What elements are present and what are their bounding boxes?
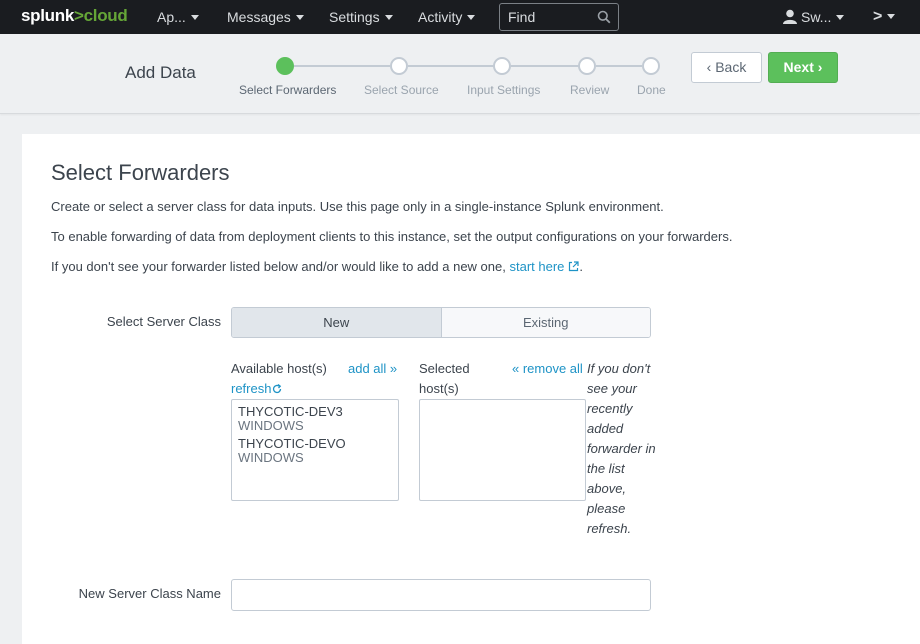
list-item[interactable]: THYCOTIC-DEV3 WINDOWS (238, 405, 343, 433)
logo-accent-text: >cloud (74, 6, 128, 25)
activity-menu-label: Activity (418, 9, 463, 25)
available-hosts-label: Available host(s) (231, 361, 327, 376)
chevron-down-icon (887, 14, 896, 19)
step-dot-review (578, 57, 596, 75)
refresh-icon (273, 383, 282, 394)
step-label-input-settings: Input Settings (467, 83, 541, 97)
selected-hosts-label-line-1: Selected (419, 361, 470, 376)
find-box (499, 3, 619, 31)
description-line-3-prefix: If you don't see your forwarder listed b… (51, 259, 510, 274)
chevron-right-icon: › (817, 59, 823, 75)
server-class-new-option[interactable]: New (232, 308, 442, 337)
user-icon (783, 9, 797, 24)
user-menu-label: Sw... (801, 9, 832, 25)
settings-menu[interactable]: Settings (329, 0, 393, 34)
available-hosts-list[interactable]: THYCOTIC-DEV3 WINDOWS THYCOTIC-DEVO WIND… (231, 399, 399, 501)
chevron-down-icon (384, 15, 393, 20)
step-connector (596, 65, 642, 67)
description-line-3: If you don't see your forwarder listed b… (51, 259, 583, 274)
host-name: THYCOTIC-DEVO (238, 436, 346, 451)
chevron-down-icon (836, 15, 845, 20)
step-label-select-forwarders: Select Forwarders (239, 83, 337, 97)
selected-hosts-label: Selected host(s) (419, 359, 470, 399)
remove-all-link[interactable]: « remove all (512, 361, 583, 376)
section-title: Select Forwarders (51, 160, 230, 185)
selected-hosts-list[interactable] (419, 399, 586, 501)
chevron-down-icon (190, 15, 199, 20)
refresh-hint: If you don't see your recently added for… (587, 361, 656, 536)
page-title: Add Data (125, 63, 196, 82)
start-here-link[interactable]: start here (509, 259, 580, 274)
back-button[interactable]: ‹ Back (691, 52, 762, 83)
description-line-2: To enable forwarding of data from deploy… (51, 229, 733, 244)
list-item[interactable]: THYCOTIC-DEVO WINDOWS (238, 437, 346, 465)
step-dot-done (642, 57, 660, 75)
new-server-class-input[interactable] (231, 579, 651, 611)
step-connector (408, 65, 494, 67)
server-class-label: Select Server Class (106, 314, 221, 329)
description-line-3-suffix: . (579, 259, 584, 274)
refresh-link[interactable]: refresh (231, 381, 282, 396)
chevron-down-icon (467, 15, 476, 20)
chevron-down-icon (295, 15, 304, 20)
step-dot-input-settings (493, 57, 511, 75)
new-server-class-label: New Server Class Name (78, 586, 221, 601)
user-menu[interactable]: Sw... (783, 0, 845, 34)
next-button-label: Next (783, 59, 814, 75)
splunk-cloud-logo[interactable]: splunk>cloud (21, 6, 128, 26)
step-dot-select-source (390, 57, 408, 75)
chevron-left-icon: ‹ (706, 59, 712, 75)
host-name: THYCOTIC-DEV3 (238, 404, 343, 419)
messages-menu[interactable]: Messages (227, 0, 304, 34)
more-menu[interactable]: > (873, 0, 896, 34)
start-here-link-label: start here (509, 259, 565, 274)
server-class-existing-option[interactable]: Existing (441, 308, 650, 337)
settings-menu-label: Settings (329, 9, 380, 25)
apps-menu[interactable]: Ap... (157, 0, 199, 34)
top-navigation-bar: splunk>cloud Ap... Messages Settings Act… (0, 0, 920, 34)
step-label-select-source: Select Source (364, 83, 439, 97)
messages-menu-label: Messages (227, 9, 291, 25)
find-input[interactable] (500, 4, 595, 30)
description-line-1: Create or select a server class for data… (51, 199, 664, 214)
selected-hosts-label-line-2: host(s) (419, 381, 459, 396)
step-label-done: Done (637, 83, 666, 97)
step-connector (511, 65, 579, 67)
next-button[interactable]: Next › (768, 52, 838, 83)
host-os: WINDOWS (238, 418, 304, 433)
more-menu-label: > (873, 8, 883, 25)
logo-main-text: splunk (21, 6, 74, 25)
search-icon[interactable] (597, 10, 611, 24)
activity-menu[interactable]: Activity (418, 0, 476, 34)
server-class-toggle: New Existing (231, 307, 651, 338)
step-label-review: Review (570, 83, 610, 97)
refresh-link-label: refresh (231, 381, 272, 396)
step-connector (294, 65, 390, 67)
apps-menu-label: Ap... (157, 9, 186, 25)
back-button-label: Back (715, 59, 747, 75)
step-dot-select-forwarders (276, 57, 294, 75)
external-link-icon (569, 261, 580, 272)
add-all-link[interactable]: add all » (348, 361, 397, 376)
host-os: WINDOWS (238, 450, 304, 465)
